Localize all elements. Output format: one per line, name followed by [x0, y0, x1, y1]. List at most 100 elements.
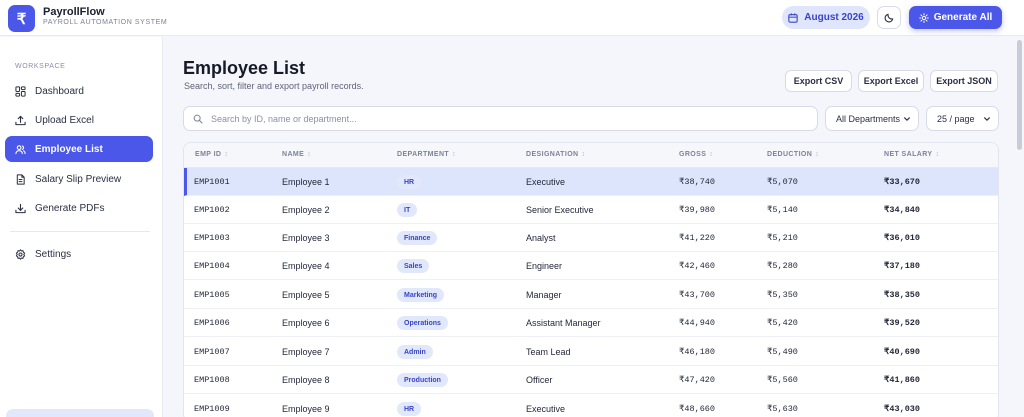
emp-id-cell: EMP1007 — [194, 347, 230, 357]
table-row[interactable]: EMP1004 Employee 4 Sales Engineer ₹42,46… — [184, 252, 998, 280]
sidebar-item-generate-pdfs[interactable]: Generate PDFs — [5, 195, 153, 221]
sidebar-item-label: Settings — [35, 248, 72, 260]
column-header-emp-id[interactable]: EMP ID ↕ — [195, 151, 228, 158]
department-badge: Finance — [397, 231, 438, 245]
app-subtitle: PAYROLL AUTOMATION SYSTEM — [43, 19, 168, 26]
gross-cell: ₹38,740 — [679, 177, 716, 187]
designation-cell: Manager — [526, 290, 562, 300]
sort-icon: ↕ — [307, 151, 312, 158]
table-row[interactable]: EMP1005 Employee 5 Marketing Manager ₹43… — [184, 281, 998, 309]
emp-id-cell: EMP1001 — [194, 177, 230, 187]
sidebar-item-upload-excel[interactable]: Upload Excel — [5, 107, 153, 133]
name-cell: Employee 1 — [282, 177, 330, 187]
name-cell: Employee 9 — [282, 404, 330, 414]
deduction-cell: ₹5,350 — [767, 290, 798, 300]
sidebar-item-employee-list[interactable]: Employee List — [5, 136, 153, 162]
net-salary-cell: ₹37,180 — [884, 261, 921, 271]
month-label: August 2026 — [804, 12, 864, 23]
gross-cell: ₹46,180 — [679, 347, 716, 357]
employee-table: EMP ID ↕ NAME ↕ DEPARTMENT ↕ DESIGNATION ↕ G… — [183, 142, 999, 417]
department-badge: IT — [397, 203, 418, 217]
sidebar-footer-card — [6, 409, 154, 417]
designation-cell: Engineer — [526, 261, 563, 271]
table-row[interactable]: EMP1002 Employee 2 IT Senior Executive ₹… — [184, 196, 998, 224]
sidebar: WORKSPACE Dashboard Upload Excel Employe… — [0, 37, 163, 417]
net-salary-cell: ₹38,350 — [884, 290, 921, 300]
deduction-cell: ₹5,490 — [767, 347, 798, 357]
page-subtitle: Search, sort, filter and export payroll … — [184, 81, 364, 91]
department-badge: HR — [397, 175, 422, 189]
theme-toggle-button[interactable] — [877, 6, 901, 29]
column-header-designation[interactable]: DESIGNATION ↕ — [526, 151, 585, 158]
deduction-cell: ₹5,140 — [767, 205, 798, 215]
department-badge: Operations — [397, 316, 448, 330]
app-title: PayrollFlow — [43, 6, 105, 18]
net-salary-cell: ₹41,860 — [884, 375, 921, 385]
emp-id-cell: EMP1003 — [194, 233, 230, 243]
sort-icon: ↕ — [815, 151, 820, 158]
emp-id-cell: EMP1004 — [194, 261, 230, 271]
column-header-department[interactable]: DEPARTMENT ↕ — [397, 151, 456, 158]
net-salary-cell: ₹39,520 — [884, 318, 921, 328]
sparkle-icon — [918, 12, 929, 23]
emp-id-cell: EMP1002 — [194, 205, 230, 215]
emp-id-cell: EMP1005 — [194, 290, 230, 300]
table-row[interactable]: EMP1003 Employee 3 Finance Analyst ₹41,2… — [184, 224, 998, 252]
sort-icon: ↕ — [224, 151, 229, 158]
table-row[interactable]: EMP1007 Employee 7 Admin Team Lead ₹46,1… — [184, 338, 998, 366]
net-salary-cell: ₹33,670 — [884, 177, 921, 187]
export-json-button[interactable]: Export JSON — [930, 70, 998, 92]
gross-cell: ₹44,940 — [679, 318, 716, 328]
column-header-net-salary[interactable]: NET SALARY ↕ — [884, 151, 939, 158]
designation-cell: Senior Executive — [526, 205, 594, 215]
gross-cell: ₹43,700 — [679, 290, 716, 300]
emp-id-cell: EMP1006 — [194, 318, 230, 328]
chevron-down-icon — [984, 116, 990, 121]
designation-cell: Executive — [526, 404, 566, 414]
table-row[interactable]: EMP1006 Employee 6 Operations Assistant … — [184, 309, 998, 337]
sidebar-item-dashboard[interactable]: Dashboard — [5, 78, 153, 104]
table-row[interactable]: EMP1001 Employee 1 HR Executive ₹38,740 … — [184, 168, 998, 196]
page-scrollbar[interactable] — [1017, 40, 1022, 150]
search-field[interactable] — [183, 106, 818, 131]
moon-icon — [884, 13, 893, 23]
department-badge: Sales — [397, 259, 430, 273]
table-row[interactable]: EMP1009 Employee 9 HR Executive ₹48,660 … — [184, 395, 998, 417]
page-size-value: 25 / page — [937, 113, 975, 124]
deduction-cell: ₹5,420 — [767, 318, 798, 328]
name-cell: Employee 5 — [282, 290, 330, 300]
column-header-gross[interactable]: GROSS ↕ — [679, 151, 713, 158]
department-filter-select[interactable]: All Departments — [825, 106, 919, 131]
table-row[interactable]: EMP1008 Employee 8 Production Officer ₹4… — [184, 366, 998, 394]
department-badge: HR — [397, 402, 422, 416]
sidebar-item-settings[interactable]: Settings — [5, 241, 153, 267]
generate-all-button[interactable]: Generate All — [909, 6, 1002, 29]
download-icon — [15, 203, 26, 213]
name-cell: Employee 4 — [282, 261, 330, 271]
export-excel-button[interactable]: Export Excel — [858, 70, 924, 92]
gross-cell: ₹41,220 — [679, 233, 716, 243]
designation-cell: Analyst — [526, 233, 556, 243]
column-header-deduction[interactable]: DEDUCTION ↕ — [767, 151, 819, 158]
column-header-name[interactable]: NAME ↕ — [282, 151, 311, 158]
dashboard-icon — [15, 85, 26, 97]
name-cell: Employee 6 — [282, 318, 330, 328]
sidebar-item-label: Upload Excel — [35, 114, 94, 126]
sidebar-item-label: Dashboard — [35, 85, 84, 97]
emp-id-cell: EMP1008 — [194, 375, 230, 385]
department-badge: Production — [397, 373, 448, 387]
workspace-section-label: WORKSPACE — [15, 63, 66, 70]
month-selector-button[interactable]: August 2026 — [782, 6, 870, 29]
name-cell: Employee 3 — [282, 233, 330, 243]
deduction-cell: ₹5,070 — [767, 177, 798, 187]
net-salary-cell: ₹36,010 — [884, 233, 921, 243]
net-salary-cell: ₹43,030 — [884, 404, 921, 414]
sidebar-item-salary-slip-preview[interactable]: Salary Slip Preview — [5, 166, 153, 192]
sidebar-item-label: Salary Slip Preview — [35, 173, 122, 185]
calendar-icon — [788, 12, 798, 23]
search-input[interactable] — [211, 113, 801, 124]
net-salary-cell: ₹40,690 — [884, 347, 921, 357]
deduction-cell: ₹5,560 — [767, 375, 798, 385]
export-csv-button[interactable]: Export CSV — [785, 70, 852, 92]
page-size-select[interactable]: 25 / page — [926, 106, 999, 131]
